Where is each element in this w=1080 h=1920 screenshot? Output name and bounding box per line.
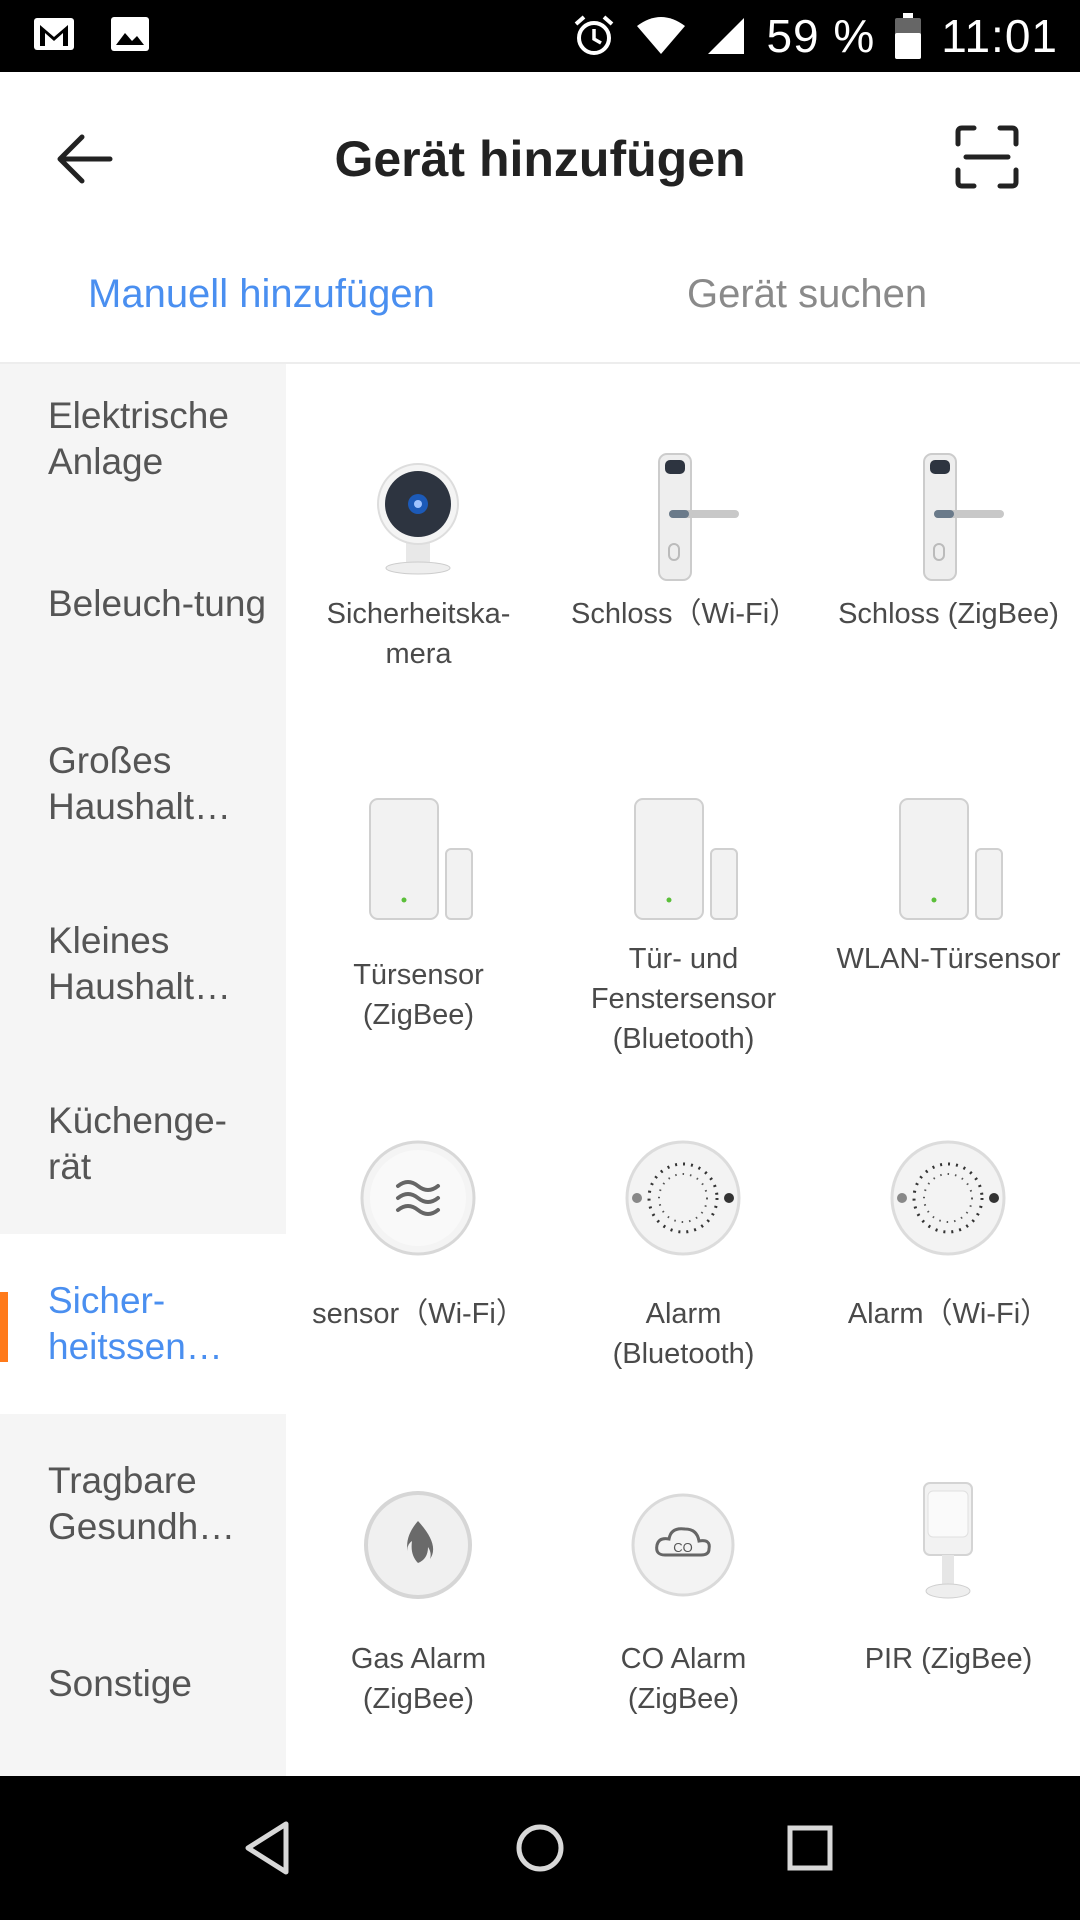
device-tile[interactable]: Schloss (ZigBee) [816, 364, 1080, 709]
category-label: Kleines Haushalt… [48, 920, 232, 1007]
category-kitchen[interactable]: Küchenge-rät [0, 1054, 286, 1234]
device-tile[interactable]: Sicherheitska-mera [286, 364, 551, 709]
smoke-alarm-icon [890, 1140, 1006, 1256]
alarm-icon [575, 15, 614, 55]
device-tile[interactable]: Gas Alarm (ZigBee) [286, 1399, 551, 1744]
category-other[interactable]: Sonstige [0, 1594, 286, 1774]
category-label: Sonstige [48, 1663, 192, 1704]
water-sensor-icon [360, 1140, 476, 1256]
clock: 11:01 [941, 10, 1058, 62]
co-alarm-icon: CO [631, 1493, 735, 1597]
nav-recents-icon[interactable] [778, 1816, 842, 1880]
device-tile[interactable]: Alarm (Bluetooth) [551, 1054, 816, 1399]
device-label: Gas Alarm (ZigBee) [350, 1643, 487, 1715]
tab-manual-add[interactable]: Manuell hinzufügen [88, 272, 435, 317]
category-security-sensors[interactable]: Sicher-heitssen… [0, 1234, 286, 1414]
device-tile[interactable]: Türsensor (ZigBee) [286, 709, 551, 1054]
door-sensor-icon [369, 798, 473, 920]
pir-sensor-icon [923, 1482, 973, 1599]
door-sensor-icon [634, 798, 738, 920]
device-label: PIR (ZigBee) [864, 1643, 1033, 1675]
nav-back-icon[interactable] [238, 1816, 302, 1880]
category-label: Elektrische Anlage [48, 395, 229, 482]
device-label: Schloss (ZigBee) [838, 598, 1059, 630]
device-tile[interactable]: PIR (ZigBee) [816, 1399, 1080, 1744]
app-bar: Gerät hinzufügen [0, 72, 1080, 242]
system-nav-bar [0, 1776, 1080, 1920]
svg-text:CO: CO [673, 1540, 693, 1555]
wifi-icon [637, 17, 686, 54]
category-wearable-health[interactable]: Tragbare Gesundh… [0, 1414, 286, 1594]
category-large-appliance[interactable]: Großes Haushalt… [0, 694, 286, 874]
device-label: CO Alarm (ZigBee) [620, 1643, 747, 1715]
gallery-icon [111, 17, 149, 51]
device-label: WLAN-Türsensor [836, 943, 1061, 975]
gmail-icon [34, 18, 74, 50]
gas-alarm-icon [364, 1491, 472, 1599]
signal-icon [708, 18, 745, 54]
security-camera-icon [377, 463, 459, 575]
battery-percent: 59 % [766, 10, 876, 62]
scan-icon[interactable] [954, 124, 1020, 190]
device-tile[interactable]: Alarm（Wi-Fi） [816, 1054, 1080, 1399]
device-tile[interactable]: CO CO Alarm (ZigBee) [551, 1399, 816, 1744]
category-electrical[interactable]: Elektrische Anlage [0, 364, 286, 514]
device-label: sensor（Wi-Fi） [312, 1298, 525, 1330]
tab-search-device[interactable]: Gerät suchen [687, 272, 927, 317]
device-tile[interactable]: WLAN-Türsensor [816, 709, 1080, 1054]
door-sensor-icon [899, 798, 1003, 920]
device-label: Alarm（Wi-Fi） [847, 1298, 1050, 1330]
category-label: Großes Haushalt… [48, 740, 232, 827]
battery-icon [895, 13, 922, 59]
category-label: Sicher-heitssen… [48, 1280, 223, 1367]
device-tile[interactable]: Tür- und Fenstersensor (Bluetooth) [551, 709, 816, 1055]
status-bar: 59 % 11:01 [0, 0, 1080, 72]
category-label: Küchenge-rät [48, 1100, 227, 1187]
device-grid: Sicherheitska-mera Schloss（Wi-Fi） Schlos… [286, 364, 1080, 1776]
device-label: Türsensor (ZigBee) [353, 959, 484, 1031]
device-tile[interactable]: Schloss（Wi-Fi） [551, 364, 816, 709]
device-tile[interactable]: sensor（Wi-Fi） [286, 1054, 551, 1399]
category-small-appliance[interactable]: Kleines Haushalt… [0, 874, 286, 1054]
tab-bar: Manuell hinzufügen Gerät suchen [0, 242, 1080, 364]
smoke-alarm-icon [625, 1140, 741, 1256]
category-label: Tragbare Gesundh… [48, 1460, 236, 1547]
active-category-indicator [0, 1292, 8, 1362]
device-label: Sicherheitska-mera [326, 598, 511, 670]
page-title: Gerät hinzufügen [334, 131, 746, 187]
nav-home-icon[interactable] [508, 1816, 572, 1880]
device-label: Tür- und Fenstersensor (Bluetooth) [590, 943, 777, 1055]
category-label: Beleuch-tung [48, 583, 267, 624]
category-sidebar: Elektrische Anlage Beleuch-tung Großes H… [0, 364, 286, 1776]
door-lock-icon [923, 453, 1004, 581]
category-lighting[interactable]: Beleuch-tung [0, 514, 286, 694]
device-label: Schloss（Wi-Fi） [571, 598, 799, 630]
door-lock-icon [658, 453, 739, 581]
device-label: Alarm (Bluetooth) [612, 1298, 755, 1370]
